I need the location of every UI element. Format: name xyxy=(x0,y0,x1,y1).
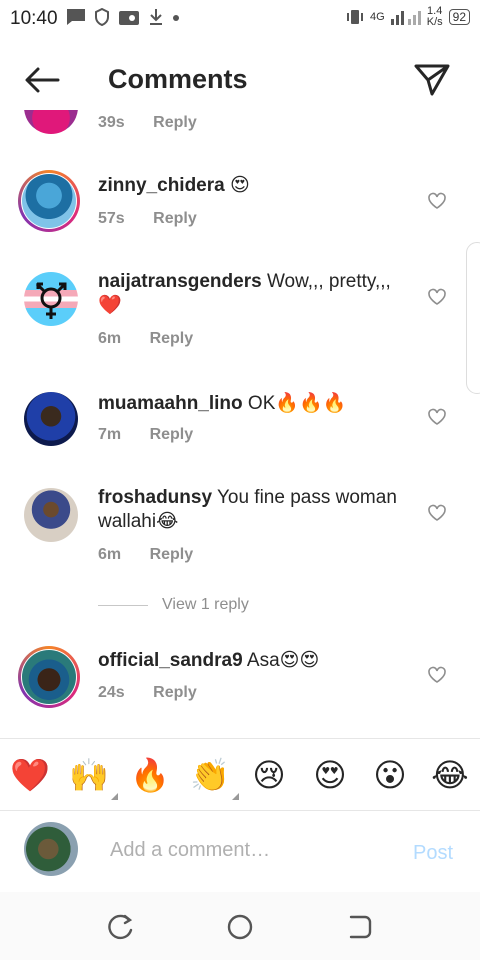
comment-item: froshadunsy You fine pass woman wallahi😂… xyxy=(0,486,480,576)
reply-button[interactable]: Reply xyxy=(153,210,197,227)
avatar[interactable] xyxy=(24,392,78,446)
divider-line xyxy=(98,604,148,606)
comment-time: 6m xyxy=(98,546,122,563)
comment-meta: 7m Reply xyxy=(98,426,193,444)
divider xyxy=(0,738,480,739)
comment-text: muamaahn_lino OK🔥🔥🔥 xyxy=(98,392,418,416)
recent-apps-icon[interactable] xyxy=(103,910,137,944)
comment-username[interactable]: froshadunsy xyxy=(98,487,212,508)
comment-item: official_sandra9 Asa😍😍 24s Reply xyxy=(0,644,480,714)
comment-body: 😍 xyxy=(224,175,250,196)
emoji-surprised-face-icon[interactable]: 😮 xyxy=(369,754,411,796)
reply-button[interactable]: Reply xyxy=(150,426,194,443)
comment-username[interactable]: muamaahn_lino xyxy=(98,393,243,414)
reply-button[interactable]: Reply xyxy=(150,546,194,563)
comment-text: naijatransgenders Wow,,, pretty,,, ❤️ xyxy=(98,270,418,318)
comment-item: naijatransgenders Wow,,, pretty,,, ❤️ 6m… xyxy=(0,268,480,358)
comment-text: official_sandra9 Asa😍😍 xyxy=(98,649,418,673)
comment-input[interactable] xyxy=(108,834,392,866)
emoji-quick-bar: ❤️ 🙌 🔥 👏 😢 😍 😮 😂 xyxy=(0,742,480,808)
emoji-raising-hands-icon[interactable]: 🙌 xyxy=(68,754,118,800)
comment-meta: 57s Reply xyxy=(98,210,197,228)
comment-item-partial: 39s Reply xyxy=(0,110,480,140)
network-speed: 1.4 K/s xyxy=(426,5,443,28)
shield-icon xyxy=(95,8,109,26)
comment-username[interactable]: naijatransgenders xyxy=(98,271,262,292)
emoji-heart-icon[interactable]: ❤️ xyxy=(9,754,51,796)
comment-meta: 24s Reply xyxy=(98,684,197,702)
emoji-fire-icon[interactable]: 🔥 xyxy=(129,754,171,796)
signal-icon xyxy=(390,11,421,25)
send-icon[interactable] xyxy=(412,62,452,98)
comment-time: 39s xyxy=(98,114,125,131)
divider xyxy=(0,810,480,811)
comment-body: Asa😍😍 xyxy=(242,650,320,671)
back-nav-icon[interactable] xyxy=(343,910,377,944)
battery-indicator: 92 xyxy=(448,9,470,25)
notification-icons xyxy=(66,8,180,26)
reply-button[interactable]: Reply xyxy=(153,684,197,701)
radio-icon xyxy=(119,11,139,25)
comment-body: OK🔥🔥🔥 xyxy=(242,393,347,414)
avatar[interactable] xyxy=(24,110,78,134)
system-nav-bar xyxy=(0,892,480,960)
comment-item: muamaahn_lino OK🔥🔥🔥 7m Reply xyxy=(0,390,480,460)
download-icon xyxy=(150,9,162,25)
dot-icon xyxy=(173,15,179,21)
like-heart-icon[interactable] xyxy=(428,504,446,522)
edge-panel-handle[interactable] xyxy=(466,242,480,394)
network-type: 4G xyxy=(370,11,385,23)
view-replies-button[interactable]: View 1 reply xyxy=(98,596,249,614)
message-icon xyxy=(67,9,85,25)
emoji-heart-eyes-icon[interactable]: 😍 xyxy=(309,754,351,796)
skin-tone-indicator xyxy=(111,793,118,800)
vibrate-icon xyxy=(347,10,364,24)
like-heart-icon[interactable] xyxy=(428,408,446,426)
status-time: 10:40 xyxy=(10,8,58,29)
comment-time: 6m xyxy=(98,330,122,347)
comment-username[interactable]: official_sandra9 xyxy=(98,650,243,671)
comment-item: zinny_chidera 😍 57s Reply xyxy=(0,170,480,240)
comment-time: 24s xyxy=(98,684,125,701)
my-avatar xyxy=(24,822,78,876)
comment-text: zinny_chidera 😍 xyxy=(98,174,418,198)
comment-meta: 6m Reply xyxy=(98,330,193,348)
avatar[interactable] xyxy=(24,488,78,542)
back-arrow-icon[interactable] xyxy=(22,64,62,96)
reply-button[interactable]: Reply xyxy=(150,330,194,347)
comment-text: froshadunsy You fine pass woman wallahi😂 xyxy=(98,486,418,534)
home-icon[interactable] xyxy=(223,910,257,944)
avatar[interactable] xyxy=(22,650,76,704)
view-replies-label: View 1 reply xyxy=(162,596,249,613)
page-title: Comments xyxy=(108,64,248,94)
system-icons: 4G 1.4 K/s 92 xyxy=(346,6,470,28)
avatar[interactable] xyxy=(22,174,76,228)
like-heart-icon[interactable] xyxy=(428,666,446,684)
like-heart-icon[interactable] xyxy=(428,288,446,306)
emoji-clapping-hands-icon[interactable]: 👏 xyxy=(189,754,239,800)
like-heart-icon[interactable] xyxy=(428,192,446,210)
comments-header: Comments xyxy=(0,52,480,108)
comment-time: 7m xyxy=(98,426,122,443)
transgender-symbol-icon xyxy=(35,282,67,319)
comment-composer: Post xyxy=(0,812,480,892)
emoji-laughing-face-icon[interactable]: 😂 xyxy=(429,754,471,796)
status-bar: 10:40 4G 1.4 K/s 92 xyxy=(0,0,480,36)
comment-time: 57s xyxy=(98,210,125,227)
comment-meta: 6m Reply xyxy=(98,546,193,564)
comment-meta: 39s Reply xyxy=(98,114,197,132)
avatar[interactable] xyxy=(24,272,78,326)
skin-tone-indicator xyxy=(232,793,239,800)
post-button[interactable]: Post xyxy=(413,842,453,865)
reply-button[interactable]: Reply xyxy=(153,114,197,131)
comment-username[interactable]: zinny_chidera xyxy=(98,175,225,196)
emoji-crying-face-icon[interactable]: 😢 xyxy=(248,754,290,796)
